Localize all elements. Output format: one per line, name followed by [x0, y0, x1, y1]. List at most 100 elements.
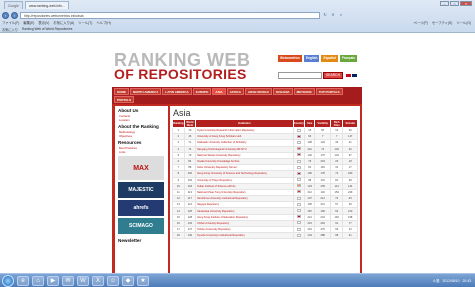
taskbar-app-icon[interactable]: ▶	[47, 275, 59, 286]
top-buttons: Webometrics English Español Français	[278, 55, 358, 62]
tab-ranking[interactable]: www.ranking-web.info...	[24, 1, 69, 9]
refresh-icon[interactable]: ↻	[322, 12, 328, 18]
menu-file[interactable]: ファイル(F)	[2, 20, 19, 26]
majestic-logo[interactable]: MAJESTIC	[118, 182, 164, 198]
col-rich-files[interactable]: Rich Files	[329, 119, 344, 128]
uk-flag-icon[interactable]	[352, 74, 357, 77]
stop-icon[interactable]: ✕	[330, 12, 336, 18]
webometrics-button[interactable]: Webometrics	[278, 55, 302, 62]
address-bar[interactable]: http://repositories.webometrics.info/asi…	[20, 11, 320, 19]
taskbar-app-icon[interactable]: ◆	[122, 275, 134, 286]
nav-home[interactable]: HOME	[114, 88, 129, 95]
ranking-table: Ranking World Rank Institution Country S…	[172, 119, 358, 240]
taskbar-app-icon[interactable]: ★	[137, 275, 149, 286]
taskbar-app-icon[interactable]: ☺	[107, 275, 119, 286]
taskbar-app-icon[interactable]: ✉	[62, 275, 74, 286]
cell-institution[interactable]: Kyushu University Institutional Reposito…	[195, 232, 294, 240]
favorites-bar: お気に入り Ranking Web of World Repositories	[2, 27, 72, 32]
country-flag-icon	[296, 202, 301, 206]
country-flag-icon	[296, 140, 301, 144]
cell-scholar: 31	[342, 232, 358, 240]
taskbar-app-icon[interactable]: W	[77, 275, 89, 286]
col-world-rank[interactable]: World Rank	[183, 119, 197, 128]
clock-date[interactable]: 2012/08/10	[443, 279, 460, 283]
nav-methods[interactable]: METHODS	[293, 88, 315, 95]
ahrefs-logo[interactable]: ahrefs	[118, 200, 164, 216]
tools-menu[interactable]: ツール(O)	[456, 20, 471, 25]
scimago-logo[interactable]: SCIMAGO	[118, 218, 164, 234]
nav-latin-america[interactable]: LATIN AMERICA	[162, 88, 192, 95]
main-content: Asia Ranking World Rank Institution Coun…	[170, 106, 360, 273]
window-controls: – □ ✕	[440, 1, 472, 6]
nav-europe[interactable]: EUROPE	[192, 88, 212, 95]
country-flag-icon	[296, 134, 301, 138]
country-flag-icon	[296, 147, 301, 151]
cell-rich-files: 98	[329, 232, 344, 240]
start-button[interactable]	[2, 274, 14, 287]
logo-line2[interactable]: OF REPOSITORIES	[114, 66, 247, 82]
search-button[interactable]: SEARCH	[323, 72, 343, 79]
taskbar-app-icon[interactable]: ⌂	[32, 275, 44, 286]
taskbar-app-icon[interactable]: e	[17, 275, 29, 286]
nav-africa[interactable]: AFRICA	[226, 88, 244, 95]
tab-label: www.ranking-web.info...	[28, 3, 65, 8]
menu-edit[interactable]: 編集(E)	[23, 20, 34, 26]
col-scholar[interactable]: Scholar	[342, 119, 358, 128]
nav-north-america[interactable]: NORTH AMERICA	[130, 88, 162, 95]
taskbar-app-icon[interactable]: X	[92, 275, 104, 286]
english-button[interactable]: English	[303, 55, 320, 62]
col-country[interactable]: Country	[292, 119, 306, 128]
menu-favorites[interactable]: お気に入り(A)	[53, 20, 74, 26]
close-button[interactable]: ✕	[460, 1, 472, 6]
search-input[interactable]	[278, 72, 322, 79]
country-flag-icon	[296, 153, 301, 157]
command-bar: ページ(P) セーフティ(S) ツール(O)	[414, 20, 471, 25]
cell-visibility: 288	[314, 232, 331, 240]
back-icon[interactable]: ‹	[2, 11, 9, 19]
about-ranking-heading: About the Ranking	[118, 124, 159, 129]
cell-world-rank: 140	[183, 232, 197, 240]
spanish-button[interactable]: Español	[321, 55, 338, 62]
spain-flag-icon[interactable]	[346, 74, 351, 77]
menu-view[interactable]: 表示(V)	[38, 20, 49, 26]
ime-indicator[interactable]: A 般	[433, 278, 439, 283]
maximize-button[interactable]: □	[450, 1, 459, 6]
nav-portals[interactable]: PORTALS	[114, 96, 135, 103]
country-flag-icon	[296, 165, 301, 169]
menu-bar: ファイル(F) 編集(E) 表示(V) お気に入り(A) ツール(T) ヘルプ(…	[2, 20, 111, 26]
sidebar-link[interactable]: Links	[115, 150, 168, 154]
country-flag-icon	[296, 178, 301, 182]
menu-help[interactable]: ヘルプ(H)	[96, 20, 110, 26]
newsletter-heading: Newsletter	[118, 238, 142, 243]
col-visibility[interactable]: Visibility	[314, 119, 331, 128]
search-icon[interactable]: ⌕	[338, 12, 344, 18]
french-button[interactable]: Français	[339, 55, 358, 62]
favorite-link[interactable]: Ranking Web of World Repositories	[22, 27, 72, 32]
country-flag-icon	[296, 233, 301, 237]
tab-google[interactable]: Google	[4, 1, 23, 9]
nav-oceania[interactable]: OCEANIA	[272, 88, 293, 95]
forward-icon[interactable]: ›	[11, 11, 18, 19]
cell-rank: 18	[172, 232, 185, 240]
country-flag-icon	[296, 196, 301, 200]
nav-arab-world[interactable]: ARAB WORLD	[244, 88, 272, 95]
table-row: 18 140 Kyushu University Institutional Rep…	[172, 232, 358, 240]
nav-top-portals[interactable]: TOP PORTALS	[315, 88, 343, 95]
menu-tools[interactable]: ツール(T)	[78, 20, 92, 26]
col-ranking[interactable]: Ranking	[172, 119, 185, 128]
country-flag-icon	[296, 221, 301, 225]
clock-time[interactable]: 20:43	[463, 279, 472, 283]
col-institution[interactable]: Institution	[195, 119, 294, 128]
tab-label: Google	[8, 3, 19, 8]
about-us-heading: About Us	[118, 108, 139, 113]
main-nav: HOME NORTH AMERICA LATIN AMERICA EUROPE …	[112, 87, 362, 104]
favorites-button[interactable]: お気に入り	[2, 27, 18, 32]
address-row: ‹ › http://repositories.webometrics.info…	[2, 11, 473, 19]
safety-menu[interactable]: セーフティ(S)	[432, 20, 452, 25]
page-menu[interactable]: ページ(P)	[414, 20, 428, 25]
nav-asia[interactable]: ASIA	[212, 88, 226, 95]
minimize-button[interactable]: –	[440, 1, 449, 6]
country-flag-icon	[296, 171, 301, 175]
col-size[interactable]: Size	[304, 119, 316, 128]
max-logo[interactable]: MAX	[118, 156, 164, 180]
